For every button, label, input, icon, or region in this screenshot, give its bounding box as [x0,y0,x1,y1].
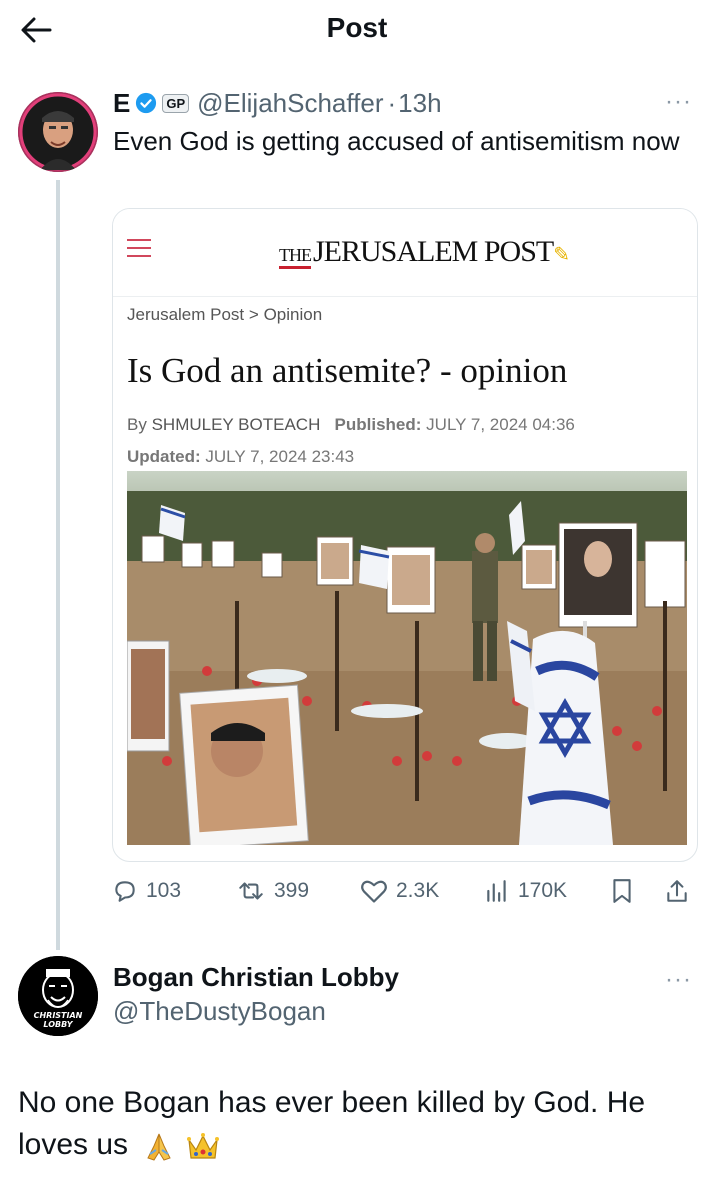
article-byline: By SHMULEY BOTEACH Published: JULY 7, 20… [127,415,575,466]
user-avatar-image [18,92,98,172]
author-handle[interactable]: @ElijahSchaffer [197,88,383,119]
views-button[interactable]: 170K [484,878,567,904]
tweet-text: No one Bogan has ever been killed by God… [18,1082,698,1167]
bookmark-button[interactable] [610,878,642,904]
more-options-button[interactable]: ··· [665,88,692,116]
article-author: SHMULEY BOTEACH [151,415,321,434]
reply-icon [115,881,135,902]
avatar-text: CHRISTIAN LOBBY [33,1011,83,1029]
author-handle[interactable]: @TheDustyBogan [113,996,326,1027]
article-photo [127,471,687,845]
verified-badge-icon [136,92,157,114]
author-name[interactable]: Bogan Christian Lobby [113,962,399,993]
like-button[interactable]: 2.3K [360,878,439,904]
bookmark-icon [613,879,631,903]
top-bar: Post [0,0,714,60]
post-time[interactable]: 13h [398,88,441,119]
memorial-photo [127,471,687,845]
like-count: 2.3K [396,879,440,902]
crown-icon [186,1133,219,1159]
heart-icon [361,880,387,903]
repost-count: 399 [274,879,310,902]
article-title: Is God an antisemite? - opinion [127,351,568,390]
tweet-text-body: No one Bogan has ever been killed by God… [18,1086,646,1161]
affiliation-badge[interactable]: GP [162,93,190,113]
avatar[interactable] [18,92,98,172]
share-button[interactable] [664,878,698,904]
view-count: 170K [518,879,568,902]
breadcrumb: Jerusalem Post > Opinion [127,305,323,324]
views-chart-icon [487,880,506,902]
separator-dot: · [387,87,397,118]
pray-and-crown-emoji [142,1125,220,1167]
more-options-button[interactable]: ··· [665,966,692,994]
repost-icon [239,882,263,900]
site-header: THEJERUSALEM POST✎ [113,209,697,297]
share-icon [667,880,687,902]
folded-hands-icon [147,1133,172,1161]
author-name[interactable]: E [113,88,130,119]
page-title: Post [326,12,388,43]
tweet-actions: 103 399 2.3K 170K [0,872,714,912]
repost-button[interactable]: 399 [236,878,309,904]
tweet-text: Even God is getting accused of antisemit… [113,126,680,156]
reply-count: 103 [146,879,182,902]
tweet-header: E GP @ElijahSchaffer · 13h [113,86,442,120]
avatar[interactable]: CHRISTIAN LOBBY [18,956,98,1036]
reply-button[interactable]: 103 [112,878,181,904]
hamburger-menu-icon [127,233,157,263]
thread-line [56,180,60,950]
tweet-image-card[interactable]: THEJERUSALEM POST✎ Jerusalem Post > Opin… [112,208,698,862]
site-logo: THEJERUSALEM POST✎ [279,235,570,269]
